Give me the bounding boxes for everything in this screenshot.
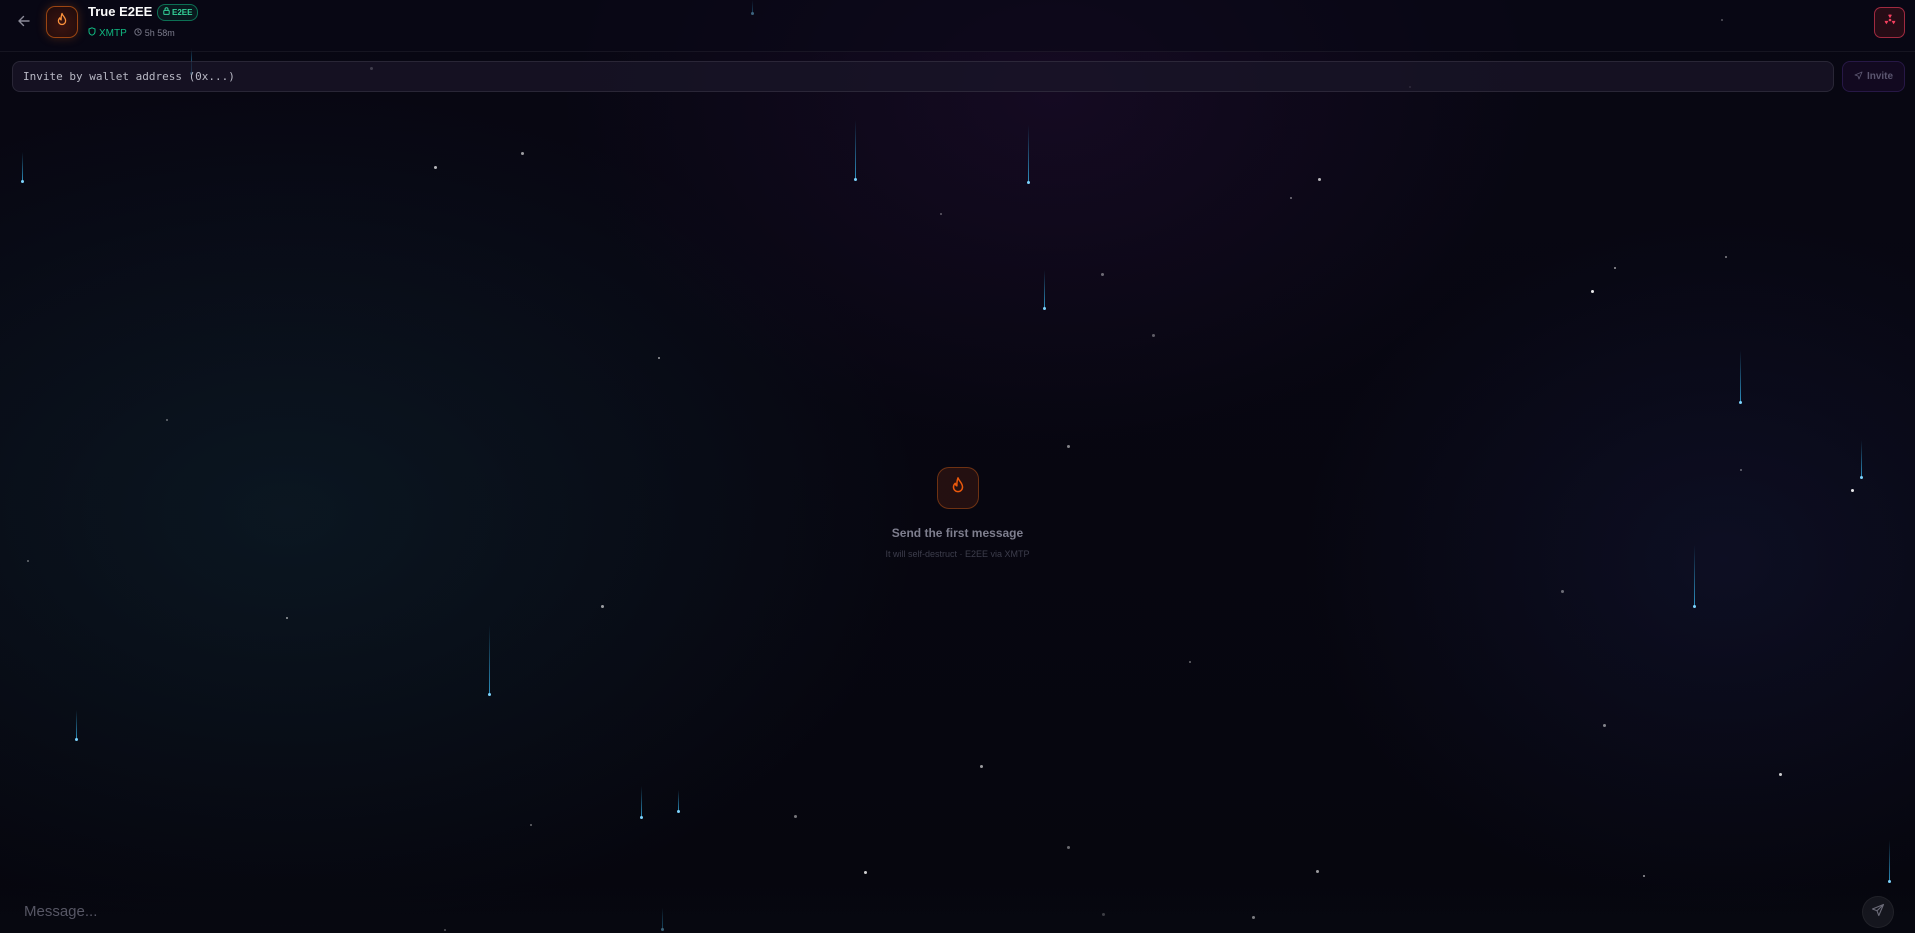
star [1316,870,1319,873]
message-input[interactable] [14,899,1854,923]
falling-streak [1739,350,1742,404]
star [1152,334,1155,337]
flame-icon [948,476,968,501]
empty-state-title: Send the first message [891,526,1024,540]
chat-title: True E2EE [88,4,153,19]
star [940,213,942,215]
star [434,166,437,169]
star [658,357,660,359]
flame-icon [54,12,70,33]
falling-streak [1027,125,1030,184]
radiation-icon [1883,13,1897,32]
star [1101,273,1104,276]
falling-streak [640,786,643,819]
star [1318,178,1321,181]
protocol-status: XMTP [88,27,127,39]
star [1290,197,1292,199]
star [1614,267,1616,269]
falling-streak [1043,270,1046,310]
chat-avatar [46,6,78,38]
falling-streak [1860,440,1863,479]
lock-icon [163,5,170,20]
star [521,152,524,155]
back-button[interactable] [14,13,34,33]
star [1851,489,1854,492]
invite-button-label: Invite [1866,71,1894,82]
star [1740,469,1742,471]
star [980,765,983,768]
star [27,560,29,562]
invite-button[interactable]: Invite [1842,61,1905,92]
e2ee-badge: E2EE [157,4,199,21]
self-destruct-timer: 5h 58m [134,28,175,38]
e2ee-badge-label: E2EE [172,8,193,17]
star [286,617,288,619]
send-icon [1854,71,1863,83]
star [1067,445,1070,448]
star [1643,875,1645,877]
send-icon [1871,903,1885,922]
star [1561,590,1564,593]
falling-streak [21,152,24,183]
chat-meta: XMTP 5h 58m [88,27,175,39]
empty-state-icon-box [937,467,979,509]
star [864,871,867,874]
star [601,605,604,608]
star [1603,724,1606,727]
falling-streak [75,710,78,741]
star [1067,846,1070,849]
arrow-left-icon [17,14,31,33]
star [166,419,168,421]
star [1591,290,1594,293]
star [530,824,532,826]
clock-icon [134,28,142,38]
falling-streak [488,625,491,696]
send-button[interactable] [1862,896,1894,928]
falling-streak [677,790,680,813]
burn-chat-button[interactable] [1874,7,1905,38]
chat-header: True E2EE E2EE XMTP 5h 58m [0,0,1915,52]
star [1189,661,1191,663]
message-composer [0,883,1915,933]
timer-label: 5h 58m [144,28,175,38]
empty-state-subtitle: It will self-destruct · E2EE via XMTP [885,549,1030,559]
falling-streak [854,120,857,181]
star [1779,773,1782,776]
star [794,815,797,818]
falling-streak [1888,840,1891,883]
protocol-label: XMTP [99,27,127,39]
invite-wallet-input[interactable] [12,61,1834,92]
shield-icon [88,27,96,39]
star [1725,256,1727,258]
